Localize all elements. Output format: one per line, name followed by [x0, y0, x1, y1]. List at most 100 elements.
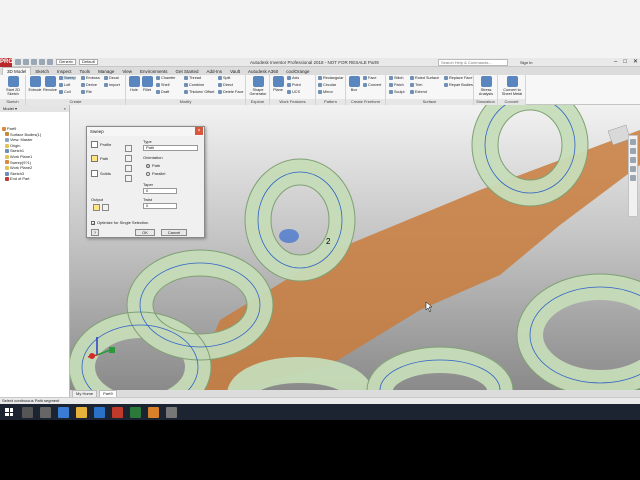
cut-icon[interactable]: [125, 155, 132, 162]
dialog-close-icon[interactable]: ×: [195, 127, 203, 135]
redo-icon[interactable]: [47, 59, 53, 65]
full-navigation-wheel-icon[interactable]: [630, 139, 636, 145]
outlook-icon[interactable]: [94, 406, 105, 418]
excel-icon[interactable]: [130, 406, 141, 418]
extend-button[interactable]: Extend: [410, 90, 427, 94]
join-icon[interactable]: [125, 145, 132, 152]
ucs-button[interactable]: UCS: [287, 90, 300, 94]
profile-circle[interactable]: [279, 229, 299, 243]
fillet-button[interactable]: Fillet: [141, 76, 153, 92]
stress-analysis-button[interactable]: Stress Analysis: [476, 76, 496, 96]
tab-view[interactable]: View: [118, 68, 136, 75]
help-button[interactable]: ?: [91, 229, 99, 236]
box-button[interactable]: Box: [348, 76, 360, 92]
face-button[interactable]: Face: [363, 76, 376, 80]
app-icon[interactable]: [166, 406, 177, 418]
app-logo[interactable]: PRO: [0, 57, 13, 67]
mirror-button[interactable]: Mirror: [318, 90, 333, 94]
look-at-icon[interactable]: [630, 175, 636, 181]
axis-button[interactable]: Axis: [287, 76, 299, 80]
new-icon[interactable]: [15, 59, 21, 65]
search-input[interactable]: Search Help & Commands...: [438, 59, 508, 66]
replace-face-button[interactable]: Replace Face: [444, 76, 472, 80]
tab-sketch[interactable]: Sketch: [31, 68, 53, 75]
start-sketch-button[interactable]: Start 2D Sketch: [2, 76, 24, 96]
tree-item-end-of-part[interactable]: End of Part: [0, 176, 69, 182]
thicken-button[interactable]: Thicken/ Offset: [184, 90, 214, 94]
output-surface-icon[interactable]: [102, 204, 109, 211]
output-solid-icon[interactable]: [93, 204, 100, 211]
rectangular-button[interactable]: Rectangular: [318, 76, 343, 80]
revolve-button[interactable]: Revolve: [43, 76, 57, 92]
plane-button[interactable]: Plane: [272, 76, 284, 92]
circular-button[interactable]: Circular: [318, 83, 336, 87]
decal-button[interactable]: Decal: [104, 76, 119, 80]
open-icon[interactable]: [23, 59, 29, 65]
tab-a360[interactable]: Autodesk A360: [244, 68, 282, 75]
shell-button[interactable]: Shell: [156, 83, 169, 87]
new-solid-icon[interactable]: [125, 175, 132, 182]
intersect-icon[interactable]: [125, 165, 132, 172]
convert-button[interactable]: Convert: [363, 83, 381, 87]
ok-button[interactable]: OK: [135, 229, 155, 236]
taper-input[interactable]: 0: [143, 188, 177, 194]
sweep-button[interactable]: Sweep: [59, 76, 76, 80]
tab-get-started[interactable]: Get Started: [172, 68, 203, 75]
browser-title[interactable]: Model ▾: [3, 105, 17, 112]
cancel-button[interactable]: Cancel: [161, 229, 187, 236]
browser-close-icon[interactable]: ×: [64, 105, 66, 112]
direct-button[interactable]: Direct: [218, 83, 233, 87]
tab-tools[interactable]: Tools: [76, 68, 95, 75]
repair-bodies-button[interactable]: Repair Bodies: [444, 83, 473, 87]
pan-icon[interactable]: [630, 148, 636, 154]
emboss-button[interactable]: Emboss: [81, 76, 100, 80]
tab-3d-model[interactable]: 3D Model: [2, 67, 32, 75]
chamfer-button[interactable]: Chamfer: [156, 76, 176, 80]
tab-add-ins[interactable]: Add-Ins: [203, 68, 227, 75]
maximize-button[interactable]: □: [623, 58, 627, 67]
zoom-icon[interactable]: [630, 157, 636, 163]
stitch-button[interactable]: Stitch: [389, 76, 404, 80]
twist-input[interactable]: 0: [143, 203, 177, 209]
ruled-surface-button[interactable]: Ruled Surface: [410, 76, 439, 80]
orbit-icon[interactable]: [630, 166, 636, 172]
coil-button[interactable]: Coil: [59, 90, 71, 94]
split-button[interactable]: Split: [218, 76, 230, 80]
hole-button[interactable]: Hole: [128, 76, 140, 92]
convert-sheet-metal-button[interactable]: Convert to Sheet Metal: [500, 76, 524, 96]
file-explorer-icon[interactable]: [76, 406, 87, 418]
tab-coolorange[interactable]: coolOrange: [282, 68, 313, 75]
tab-inspect[interactable]: Inspect: [53, 68, 76, 75]
appearance-combo[interactable]: Generic: [56, 59, 77, 65]
start-button[interactable]: [3, 406, 15, 418]
type-select[interactable]: Path: [143, 145, 198, 151]
save-icon[interactable]: [31, 59, 37, 65]
tab-manage[interactable]: Manage: [94, 68, 118, 75]
shape-generator-button[interactable]: Shape Generator: [248, 76, 268, 96]
derive-button[interactable]: Derive: [81, 83, 97, 87]
tab-vault[interactable]: Vault: [226, 68, 244, 75]
draft-button[interactable]: Draft: [156, 90, 169, 94]
browser-icon[interactable]: [58, 406, 69, 418]
import-button[interactable]: Import: [104, 83, 120, 87]
combine-button[interactable]: Combine: [184, 83, 204, 87]
powerpoint-icon[interactable]: [112, 406, 123, 418]
thread-button[interactable]: Thread: [184, 76, 201, 80]
undo-icon[interactable]: [39, 59, 45, 65]
orientation-path-option[interactable]: Path: [146, 163, 160, 168]
sign-in-link[interactable]: Sign In: [520, 58, 532, 67]
loft-button[interactable]: Loft: [59, 83, 70, 87]
delete-face-button[interactable]: Delete Face: [218, 90, 243, 94]
rib-button[interactable]: Rib: [81, 90, 92, 94]
extrude-button[interactable]: Extrude: [28, 76, 42, 92]
minimize-button[interactable]: –: [614, 58, 617, 67]
orientation-parallel-option[interactable]: Parallel: [146, 171, 165, 176]
tab-environments[interactable]: Environments: [136, 68, 172, 75]
path-selector[interactable]: Path: [91, 155, 108, 162]
patch-button[interactable]: Patch: [389, 83, 404, 87]
inventor-taskbar-icon[interactable]: [148, 406, 159, 418]
profile-selector[interactable]: Profile: [91, 141, 111, 148]
task-view-icon[interactable]: [40, 406, 51, 418]
sculpt-button[interactable]: Sculpt: [389, 90, 405, 94]
trim-button[interactable]: Trim: [410, 83, 422, 87]
